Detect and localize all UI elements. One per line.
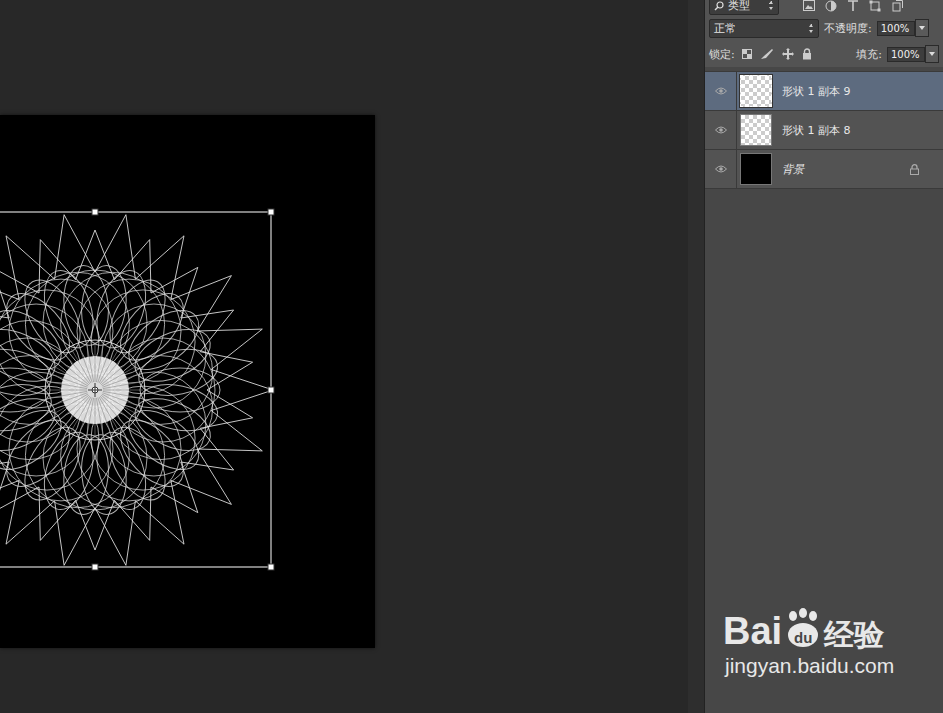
lock-pixels-brush-icon[interactable] bbox=[760, 48, 774, 60]
eye-icon bbox=[715, 165, 727, 173]
layer-row[interactable]: 形状 1 副本 8 bbox=[705, 111, 943, 150]
layer-name[interactable]: 背景 bbox=[782, 162, 910, 177]
layer-thumbnail bbox=[740, 114, 772, 146]
blend-opacity-row: 正常不透明度: 100% bbox=[705, 15, 943, 41]
panel-divider[interactable] bbox=[688, 0, 705, 713]
visibility-toggle[interactable] bbox=[705, 111, 737, 149]
layer-thumbnail bbox=[740, 75, 772, 107]
blend-mode-select[interactable]: 正常 bbox=[709, 19, 819, 38]
photoshop-window: 类型正常不透明度:100%锁定:填充:100%形状 1 副本 9形状 1 副本 … bbox=[0, 0, 943, 713]
updown-icon bbox=[769, 1, 774, 10]
workspace bbox=[0, 0, 688, 713]
layer-name[interactable]: 形状 1 副本 8 bbox=[782, 123, 943, 138]
layer-thumbnail bbox=[740, 153, 772, 185]
layers-panel: 类型正常不透明度:100%锁定:填充:100%形状 1 副本 9形状 1 副本 … bbox=[705, 0, 943, 713]
filter-kind-select[interactable]: 类型 bbox=[709, 0, 779, 15]
type-filter-icon[interactable] bbox=[847, 0, 859, 12]
watermark-url: jingyan.baidu.com bbox=[723, 654, 894, 678]
watermark-brand-cn: 经验 bbox=[824, 620, 884, 650]
lock-icon bbox=[910, 164, 919, 175]
document-canvas[interactable] bbox=[0, 115, 375, 648]
image-filter-icon[interactable] bbox=[803, 0, 815, 11]
filter-row: 类型 bbox=[705, 0, 943, 15]
spirograph-shape[interactable] bbox=[0, 215, 273, 566]
layer-name[interactable]: 形状 1 副本 9 bbox=[782, 84, 943, 99]
lock-position-move-icon[interactable] bbox=[782, 48, 794, 60]
visibility-toggle[interactable] bbox=[705, 72, 737, 110]
smart-object-filter-icon[interactable] bbox=[891, 0, 903, 12]
visibility-toggle[interactable] bbox=[705, 150, 737, 188]
layers-list: 形状 1 副本 9 形状 1 副本 8 背景 bbox=[705, 71, 943, 189]
opacity-field[interactable]: 100% bbox=[877, 21, 915, 36]
eye-icon bbox=[715, 126, 727, 134]
paw-logo: du bbox=[782, 608, 824, 650]
search-icon bbox=[714, 1, 724, 11]
shape-filter-icon[interactable] bbox=[869, 0, 881, 12]
eye-icon bbox=[715, 87, 727, 95]
fill-field[interactable]: 100% bbox=[887, 47, 925, 62]
layer-row[interactable]: 形状 1 副本 9 bbox=[705, 72, 943, 111]
lock-fill-row: 锁定: 填充: 100% bbox=[705, 41, 943, 67]
fill-dropdown-button[interactable] bbox=[925, 45, 939, 63]
baidu-jingyan-watermark: Baidu经验 jingyan.baidu.com bbox=[723, 608, 894, 678]
opacity-label: 不透明度: bbox=[824, 21, 872, 36]
layer-row[interactable]: 背景 bbox=[705, 150, 943, 189]
fill-label: 填充: bbox=[856, 47, 882, 62]
lock-all-icon[interactable] bbox=[802, 48, 812, 60]
lock-transparent-icon[interactable] bbox=[742, 49, 752, 59]
opacity-dropdown-button[interactable] bbox=[915, 19, 929, 37]
lock-label: 锁定: bbox=[709, 47, 735, 62]
updown-icon bbox=[809, 24, 814, 33]
transform-box[interactable] bbox=[0, 209, 274, 570]
adjustment-filter-icon[interactable] bbox=[825, 0, 837, 12]
watermark-brand: Bai bbox=[723, 612, 782, 650]
